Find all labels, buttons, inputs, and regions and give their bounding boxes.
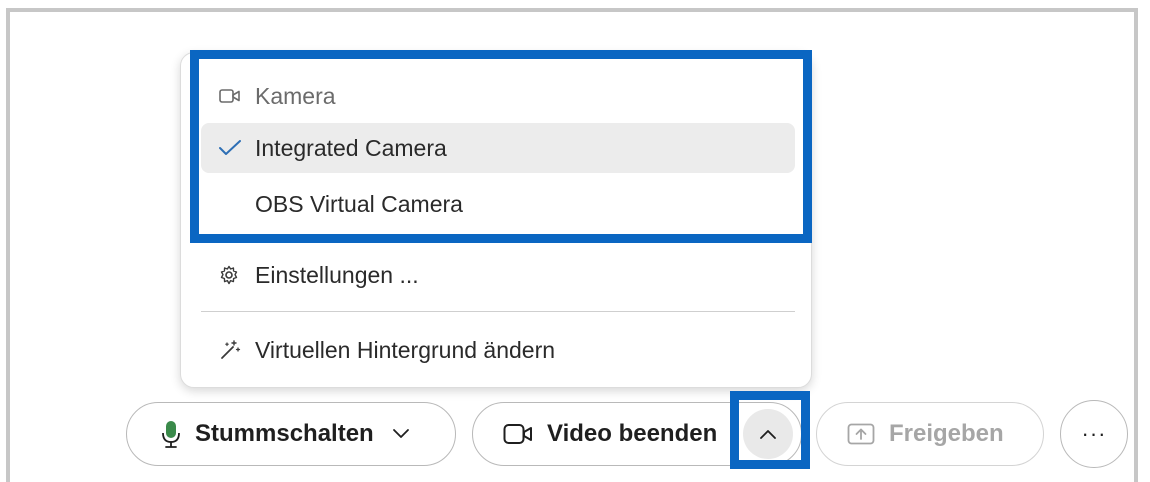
menu-divider	[201, 311, 795, 312]
video-label: Video beenden	[547, 420, 718, 447]
menu-item-label: Einstellungen ...	[255, 261, 419, 288]
mute-label: Stummschalten	[195, 420, 374, 447]
share-button[interactable]: Freigeben	[816, 402, 1044, 466]
menu-item-label: Virtuellen Hintergrund ändern	[255, 336, 556, 363]
gear-icon	[219, 265, 245, 285]
microphone-icon	[161, 419, 181, 449]
share-label: Freigeben	[889, 420, 1004, 447]
highlight-video-caret	[730, 391, 810, 469]
more-dots-icon: ···	[1081, 421, 1107, 446]
highlight-camera-list	[190, 50, 812, 243]
share-upload-icon	[847, 423, 875, 445]
menu-item-settings[interactable]: Einstellungen ...	[201, 250, 795, 300]
more-options-button[interactable]: ···	[1060, 400, 1128, 468]
camera-icon	[503, 423, 533, 445]
chevron-down-icon[interactable]	[392, 428, 410, 440]
menu-item-change-virtual-background[interactable]: Virtuellen Hintergrund ändern	[201, 325, 795, 375]
magic-wand-icon	[219, 340, 245, 360]
mute-button[interactable]: Stummschalten	[126, 402, 456, 466]
